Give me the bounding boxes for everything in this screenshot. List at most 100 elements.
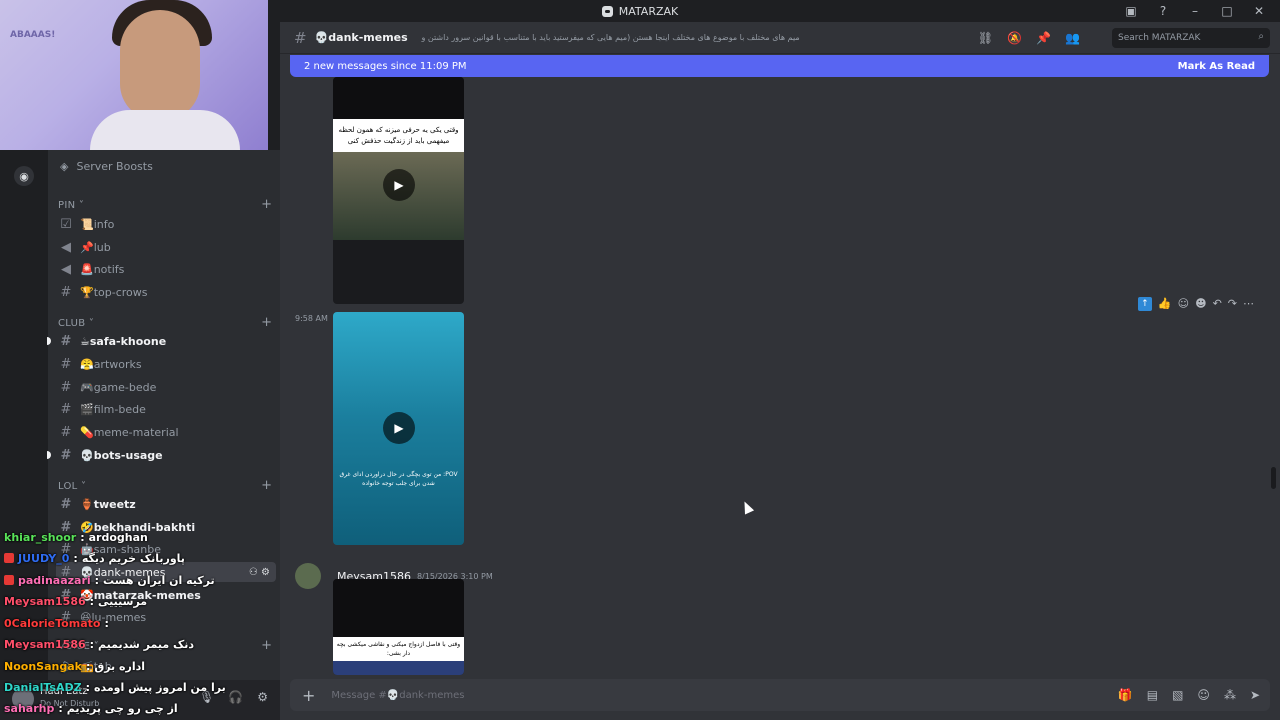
channel-bots-usage[interactable]: # 💀bots-usage	[47, 445, 276, 465]
channel-safa-khoone[interactable]: # ☕safa-khoone	[47, 331, 276, 351]
channel-topic[interactable]: میم های مختلف با موضوع های مختلف اینجا ه…	[420, 33, 800, 42]
channel-top-crows[interactable]: # 🏆top-crows	[56, 282, 276, 302]
channel-game-bede[interactable]: # 🎮game-bede	[56, 377, 276, 397]
video-attachment[interactable]: وقتی با فاصل ازدواج میکنی و نقاشی میکشی …	[333, 579, 464, 675]
custom-reaction-icon[interactable]: ☺	[1178, 297, 1189, 311]
send-icon[interactable]: ➤	[1250, 688, 1260, 702]
category-lol[interactable]: LOL ˅	[58, 481, 86, 492]
server-boosts[interactable]: ◈ Server Boosts	[60, 160, 153, 173]
maximize-button[interactable]: □	[1220, 4, 1234, 18]
unread-indicator	[47, 451, 51, 459]
chat-line: padinaazari: ترکیه ان ایران هست	[4, 571, 215, 589]
discover-icon[interactable]: ◉	[14, 166, 34, 186]
discord-logo-icon	[601, 5, 613, 17]
add-channel-icon[interactable]: +	[261, 478, 272, 493]
hash-icon: #	[60, 401, 72, 417]
mark-as-read-button[interactable]: Mark As Read	[1178, 61, 1255, 72]
pin-icon[interactable]: 📌	[1036, 31, 1051, 45]
video-attachment[interactable]: وقتی یکی یه حرفی میزنه که همون لحظه میفه…	[333, 77, 464, 304]
chat-line: DanialTsADZ: برا من امروز پیش اومده	[4, 680, 226, 694]
chat-user: NoonSangak	[4, 659, 82, 673]
chat-area: # 💀dank-memes میم های مختلف با موضوع های…	[280, 22, 1280, 720]
add-channel-icon[interactable]: +	[261, 315, 272, 330]
channel-header: # 💀dank-memes میم های مختلف با موضوع های…	[280, 22, 1280, 54]
thumbs-up-reaction-icon[interactable]: 👍	[1158, 297, 1172, 311]
emoji-icon[interactable]: ☺	[1197, 688, 1210, 702]
chat-user: JUUDY_0	[18, 551, 70, 565]
rules-icon: ☑	[60, 216, 72, 232]
apps-icon[interactable]: ⁂	[1224, 688, 1236, 702]
chat-line: Meysam1586: دنک میمر شدیمیم	[4, 637, 195, 651]
hash-icon: #	[60, 333, 72, 349]
reply-icon[interactable]: ↶	[1213, 297, 1222, 311]
chat-line: JUUDY_0: پاوربانک خریم دیگه	[4, 549, 185, 567]
upvote-reaction-icon[interactable]: ↑	[1137, 297, 1152, 311]
hash-icon: #	[60, 379, 72, 395]
message-input[interactable]: Message #💀dank-memes	[331, 690, 464, 701]
search-input[interactable]: Search MATARZAK ⌕	[1112, 28, 1270, 48]
channel-film-bede[interactable]: # 🎬film-bede	[56, 399, 276, 419]
play-icon[interactable]: ▶	[383, 412, 415, 444]
chat-message: پاوربانک خریم دیگه	[81, 551, 185, 565]
threads-icon[interactable]: ⛓	[978, 31, 993, 45]
hash-icon: #	[60, 496, 72, 512]
sticker-icon[interactable]: ▧	[1172, 688, 1183, 702]
channel-info[interactable]: ☑ 📜info	[56, 214, 276, 234]
gift-icon[interactable]: 🎁	[1118, 688, 1133, 702]
megaphone-icon: ◀	[61, 239, 71, 255]
video-caption: وقتی یکی یه حرفی میزنه که همون لحظه میفه…	[333, 119, 464, 152]
close-button[interactable]: ✕	[1252, 4, 1266, 18]
message-composer[interactable]: + Message #💀dank-memes 🎁 ▤ ▧ ☺ ⁂ ➤	[290, 679, 1270, 711]
chat-user: Meysam1586	[4, 637, 86, 651]
help-icon[interactable]: ?	[1156, 4, 1170, 18]
chat-user: padinaazari	[18, 573, 91, 587]
add-reaction-icon[interactable]: ☻	[1195, 297, 1206, 311]
members-icon[interactable]: 👥	[1065, 31, 1080, 45]
chat-user: 0CalorieTomato	[4, 616, 101, 630]
scrollbar[interactable]	[1271, 467, 1276, 489]
message-timestamp: 9:58 AM	[295, 314, 328, 323]
avatar[interactable]	[295, 563, 321, 589]
boost-icon: ◈	[60, 160, 69, 173]
new-messages-banner[interactable]: 2 new messages since 11:09 PM Mark As Re…	[290, 55, 1269, 77]
category-pin[interactable]: PIN ˅	[58, 200, 84, 211]
attach-plus-icon[interactable]: +	[302, 686, 315, 705]
minimize-button[interactable]: –	[1188, 4, 1202, 18]
forward-icon[interactable]: ↷	[1228, 297, 1237, 311]
hash-icon: #	[60, 356, 72, 372]
chat-message: مرسیییی	[98, 594, 148, 608]
chat-message: ardoghan	[88, 530, 148, 544]
channel-artworks[interactable]: # 😤artworks	[56, 354, 276, 374]
megaphone-icon: ◀	[61, 261, 71, 277]
chat-message: از چی رو چی پریدیم	[66, 701, 178, 715]
app-title: MATARZAK	[601, 4, 679, 18]
channel-meme-material[interactable]: # 💊meme-material	[56, 422, 276, 442]
chat-user: DanialTsADZ	[4, 680, 82, 694]
webcam-overlay: ABAAAS!	[0, 0, 268, 150]
chat-line: NoonSangak: اداره برق	[4, 659, 146, 673]
chat-user: khiar_shoor	[4, 530, 77, 544]
play-icon[interactable]: ▶	[383, 169, 415, 201]
hash-icon: #	[60, 424, 72, 440]
video-black-top	[333, 579, 464, 637]
channel-club[interactable]: ◀ 📌lub	[56, 237, 276, 257]
channel-tweetz[interactable]: # 🏺tweetz	[56, 494, 276, 514]
video-attachment[interactable]: ▶ POV: من توی بچگی در حال دراوردن ادای غ…	[333, 312, 464, 545]
gif-icon[interactable]: ▤	[1147, 688, 1158, 702]
add-channel-icon[interactable]: +	[261, 197, 272, 212]
mute-bell-icon[interactable]: 🔕	[1007, 31, 1022, 45]
unread-indicator	[47, 337, 51, 345]
inbox-icon[interactable]: ▣	[1124, 4, 1138, 18]
hash-icon: #	[294, 28, 307, 47]
channel-notifs[interactable]: ◀ 🚨notifs	[56, 259, 276, 279]
badge-icon	[4, 553, 14, 563]
category-club[interactable]: CLUB ˅	[58, 318, 94, 329]
window-title: MATARZAK	[618, 4, 679, 18]
chat-message: اداره برق	[94, 659, 146, 673]
mouse-cursor-icon	[739, 499, 755, 515]
window-controls: ▣ ? – □ ✕	[1124, 0, 1280, 22]
video-caption: وقتی با فاصل ازدواج میکنی و نقاشی میکشی …	[333, 637, 464, 661]
chat-line: 0CalorieTomato:	[4, 616, 109, 630]
header-tools: ⛓ 🔕 📌 👥	[978, 31, 1080, 45]
more-icon[interactable]: ⋯	[1243, 297, 1254, 311]
